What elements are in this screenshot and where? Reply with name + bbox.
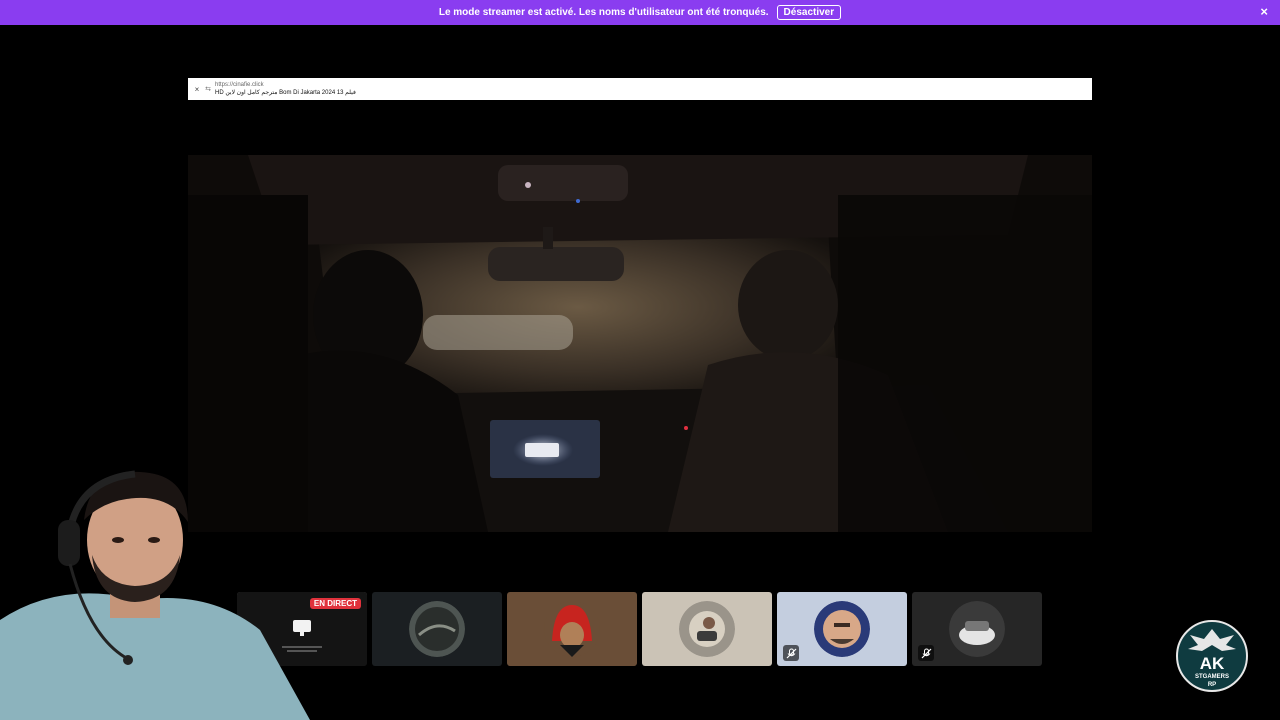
- page-title: فيلم 13 Bom Di Jakarta 2024 مترجم كامل ا…: [215, 90, 356, 96]
- close-tab-icon[interactable]: ×: [191, 85, 203, 94]
- page-url: https://cinafie.click: [215, 82, 264, 88]
- participant-tile-6[interactable]: [912, 592, 1042, 666]
- disable-streamer-mode-button[interactable]: Désactiver: [776, 5, 842, 20]
- avatar: [544, 601, 600, 657]
- logo-tag: RP: [1208, 682, 1216, 688]
- streamer-mode-banner: Le mode streamer est activé. Les noms d'…: [0, 0, 1280, 25]
- avatar: [679, 601, 735, 657]
- shared-screen-video[interactable]: [188, 155, 1092, 532]
- avatar: [814, 601, 870, 657]
- webcam-overlay: [0, 460, 320, 720]
- participant-tile-3[interactable]: [507, 592, 637, 666]
- streamer-mode-message: Le mode streamer est activé. Les noms d'…: [438, 7, 769, 18]
- close-icon[interactable]: ×: [1260, 5, 1268, 19]
- browser-url-bar: × ⇆ https://cinafie.click فيلم 13 Bom Di…: [188, 78, 1092, 100]
- participant-tile-2[interactable]: [372, 592, 502, 666]
- muted-mic-icon: [783, 645, 799, 661]
- logo-text: AK: [1200, 654, 1225, 673]
- site-settings-icon[interactable]: ⇆: [203, 85, 213, 93]
- channel-logo: AK STGAMERS RP: [1176, 619, 1248, 693]
- muted-mic-icon: [918, 645, 934, 661]
- logo-subtext: STGAMERS: [1195, 674, 1229, 680]
- participant-tile-4[interactable]: [642, 592, 772, 666]
- video-frame-car-interior: [188, 155, 1092, 532]
- avatar: [949, 601, 1005, 657]
- participant-tile-5[interactable]: [777, 592, 907, 666]
- avatar: [409, 601, 465, 657]
